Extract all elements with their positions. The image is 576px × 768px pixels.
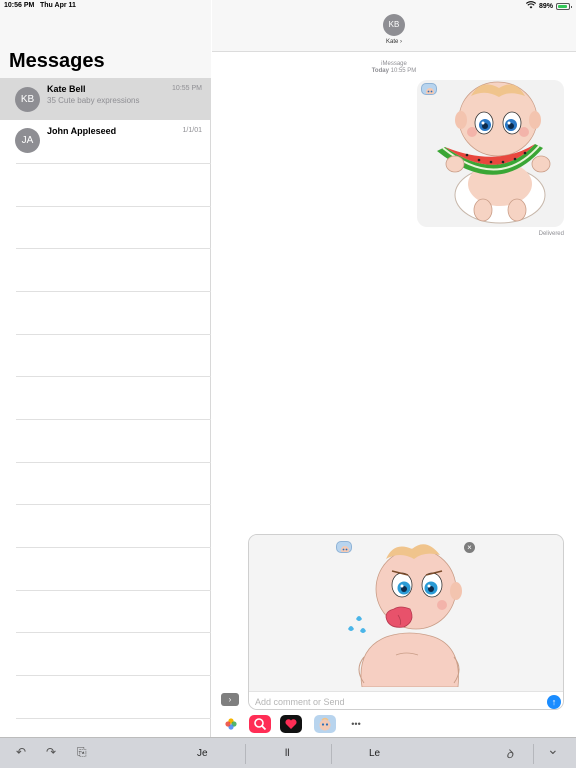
conversation-name: Kate Bell	[47, 84, 86, 94]
staged-attachment-area: ×	[249, 535, 563, 691]
divider	[16, 334, 211, 335]
paste-icon[interactable]: ⎘	[77, 745, 87, 760]
divider	[16, 419, 211, 420]
divider	[16, 206, 211, 207]
divider	[16, 462, 211, 463]
baby-watermelon-sticker-image	[437, 81, 551, 224]
message-input[interactable]	[255, 694, 535, 709]
divider	[16, 291, 211, 292]
conversation-time: 10:55 PM	[172, 85, 202, 92]
divider	[16, 163, 211, 164]
sticker-message-bubble[interactable]	[417, 80, 564, 227]
divider	[16, 718, 211, 719]
chevron-right-icon: ›	[400, 39, 402, 45]
conversation-preview: 35 Cute baby expressions	[47, 96, 140, 105]
imessage-app-strip: •••	[212, 712, 576, 737]
suggestion-2[interactable]: ll	[285, 748, 289, 759]
baby-sticker-app-icon[interactable]	[314, 715, 336, 733]
battery-percent: 89%	[538, 2, 553, 10]
status-right: 89%	[525, 1, 572, 11]
battery-fill	[558, 4, 567, 8]
status-bar: 10:56 PM Thu Apr 11 89%	[0, 0, 576, 12]
suggestion-1[interactable]: Je	[197, 748, 208, 759]
conversation-row-john-appleseed[interactable]: JA John Appleseed 1/1/01	[0, 120, 211, 162]
photos-app-icon[interactable]	[220, 715, 242, 733]
contact-name: Kate	[385, 39, 399, 45]
avatar: KB	[15, 87, 40, 112]
divider	[16, 547, 211, 548]
status-time: 10:56 PM	[4, 2, 35, 9]
send-button[interactable]: ↑	[547, 695, 561, 709]
conversation-sidebar: Messages KB Kate Bell 35 Cute baby expre…	[0, 0, 211, 737]
day-label: Today	[371, 68, 389, 74]
divider	[16, 504, 211, 505]
keyboard-shortcut-bar: ↶ ↷ ⎘ Je ll Le ꝺ ⌄	[0, 737, 576, 768]
divider	[533, 744, 534, 764]
service-label: iMessage	[381, 61, 407, 67]
redo-icon[interactable]: ↷	[46, 745, 56, 759]
digital-touch-app-icon[interactable]	[280, 715, 302, 733]
contact-name-link[interactable]: Kate ›	[212, 39, 576, 45]
undo-icon[interactable]: ↶	[16, 745, 26, 759]
divider	[16, 590, 211, 591]
conversation-name: John Appleseed	[47, 126, 117, 136]
handwriting-icon[interactable]: ꝺ	[506, 745, 513, 762]
time-label: 10:55 PM	[390, 68, 417, 74]
compose-box[interactable]: × Add comment or Send ↑	[248, 534, 564, 710]
more-apps-button[interactable]: •••	[345, 715, 367, 733]
wifi-icon	[525, 1, 537, 11]
message-input-bar: ↑	[249, 691, 563, 709]
baby-tongue-sticker-image	[348, 544, 462, 687]
expand-apps-button[interactable]: ›	[221, 693, 239, 706]
battery-icon	[556, 2, 572, 10]
contact-avatar[interactable]: KB	[383, 14, 405, 36]
images-search-app-icon[interactable]	[249, 715, 271, 733]
screen: 10:56 PM Thu Apr 11 89% Messages KB Kate…	[0, 0, 576, 768]
status-date: Thu Apr 11	[40, 2, 76, 9]
divider	[16, 376, 211, 377]
avatar: JA	[15, 128, 40, 153]
message-status: Delivered	[538, 231, 564, 237]
divider	[16, 675, 211, 676]
suggestion-3[interactable]: Le	[369, 748, 380, 759]
divider	[16, 248, 211, 249]
message-timestamp: Today 10:55 PM	[212, 68, 576, 74]
divider	[245, 744, 246, 764]
divider	[331, 744, 332, 764]
dismiss-keyboard-icon[interactable]: ⌄	[547, 741, 559, 758]
divider	[16, 632, 211, 633]
conversation-row-kate-bell[interactable]: KB Kate Bell 35 Cute baby expressions 10…	[0, 78, 211, 120]
conversation-time: 1/1/01	[182, 127, 202, 134]
page-title: Messages	[9, 50, 105, 72]
